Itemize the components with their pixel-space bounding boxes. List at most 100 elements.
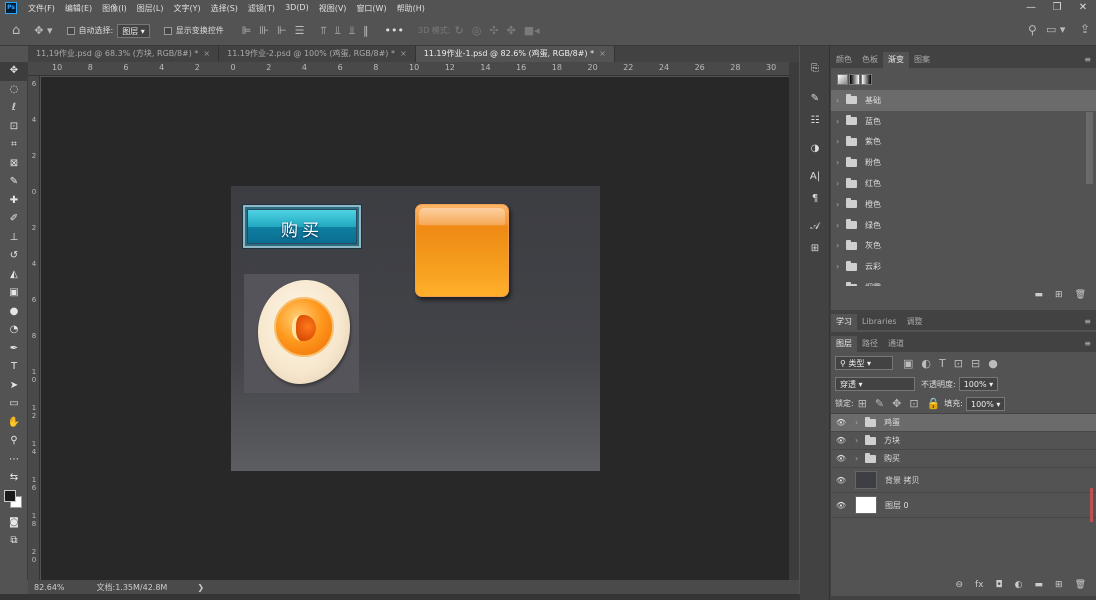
gradient-preset-folder[interactable]: › 基础 xyxy=(831,90,1096,111)
visibility-eye-icon[interactable]: 👁 xyxy=(831,454,851,463)
show-transform-checkbox[interactable] xyxy=(163,26,172,35)
tab-channels[interactable]: 通道 xyxy=(883,336,909,352)
history-brush-tool-icon[interactable]: ↺ xyxy=(0,247,28,266)
tab-libraries[interactable]: Libraries xyxy=(857,314,902,330)
more-options-icon[interactable]: ••• xyxy=(385,24,404,37)
paragraph-panel-icon[interactable]: ¶ xyxy=(800,188,830,210)
expand-caret-icon[interactable]: › xyxy=(836,158,844,167)
eraser-tool-icon[interactable]: ◭ xyxy=(0,266,28,285)
expand-caret-icon[interactable]: › xyxy=(836,283,844,286)
default-colors-icon[interactable]: ⇆ xyxy=(0,469,28,488)
tab-layers[interactable]: 图层 xyxy=(831,336,857,352)
slide-3d-icon[interactable]: ✤ xyxy=(507,24,516,37)
pen-tool-icon[interactable]: ✒ xyxy=(0,340,28,359)
opacity-input[interactable]: 100% ▾ xyxy=(958,377,999,391)
visibility-eye-icon[interactable]: 👁 xyxy=(831,501,851,510)
lock-position-icon[interactable]: ✥ xyxy=(892,397,901,410)
expand-caret-icon[interactable]: › xyxy=(836,221,844,230)
tab-patterns[interactable]: 图案 xyxy=(909,52,935,68)
color-swatches[interactable] xyxy=(0,488,27,514)
search-icon[interactable]: ⚲ xyxy=(1028,23,1037,37)
expand-caret-icon[interactable]: › xyxy=(836,137,844,146)
gradient-preset-folder[interactable]: › 绿色 xyxy=(831,215,1096,236)
zoom-level[interactable]: 82.64% xyxy=(34,583,65,592)
move-tool-icon[interactable]: ✥ xyxy=(0,62,28,81)
tab-adjustments[interactable]: 调整 xyxy=(902,314,928,330)
gradient-swatch[interactable] xyxy=(837,73,848,85)
quick-mask-icon[interactable]: ◙ xyxy=(0,514,28,533)
expand-caret-icon[interactable]: › xyxy=(855,454,863,463)
panel-menu-icon[interactable]: ≡ xyxy=(1084,339,1091,348)
expand-caret-icon[interactable]: › xyxy=(836,117,844,126)
path-select-tool-icon[interactable]: ➤ xyxy=(0,377,28,396)
tab-document-3[interactable]: 11.19作业-1.psd @ 82.6% (鸡蛋, RGB/8#) * × xyxy=(415,46,615,62)
add-mask-icon[interactable]: ◘ xyxy=(996,580,1003,590)
workspace-icon[interactable]: ▭ ▾ xyxy=(1046,23,1065,36)
gradient-preset-folder[interactable]: › 烟雾 xyxy=(831,277,1096,286)
crop-tool-icon[interactable]: ⌗ xyxy=(0,136,28,155)
home-icon[interactable]: ⌂ xyxy=(12,23,20,38)
expand-caret-icon[interactable]: › xyxy=(836,200,844,209)
visibility-eye-icon[interactable]: 👁 xyxy=(831,436,851,445)
roll-3d-icon[interactable]: ◎ xyxy=(472,24,482,37)
more-tools-icon[interactable]: ⋯ xyxy=(0,451,28,470)
expand-caret-icon[interactable]: › xyxy=(836,241,844,250)
screen-mode-icon[interactable]: ⧉ xyxy=(0,532,28,551)
delete-icon[interactable]: 🗑 xyxy=(1075,290,1086,300)
hand-tool-icon[interactable]: ✋ xyxy=(0,414,28,433)
tab-document-1[interactable]: 11,19作业.psd @ 68.3% (方块, RGB/8#) * × xyxy=(28,46,220,62)
lock-transparent-icon[interactable]: ⊞ xyxy=(858,397,867,410)
move-tool-icon[interactable]: ✥ ▾ xyxy=(34,24,52,37)
menu-item-9[interactable]: 窗口(W) xyxy=(351,3,391,14)
link-layers-icon[interactable]: ⊖ xyxy=(955,580,963,590)
menu-item-3[interactable]: 图层(L) xyxy=(132,3,169,14)
glyphs-panel-icon[interactable]: 𝒜 xyxy=(800,216,830,238)
align-middle-icon[interactable]: ⫫ xyxy=(335,24,341,38)
dodge-tool-icon[interactable]: ◔ xyxy=(0,321,28,340)
zoom-tool-icon[interactable]: ⚲ xyxy=(0,432,28,451)
menu-item-1[interactable]: 编辑(E) xyxy=(60,3,97,14)
gradient-swatch[interactable] xyxy=(861,73,872,85)
panel-menu-icon[interactable]: ≡ xyxy=(1084,317,1091,326)
filter-adjust-icon[interactable]: ◐ xyxy=(921,357,931,370)
menu-item-5[interactable]: 选择(S) xyxy=(206,3,243,14)
align-center-icon[interactable]: ⊪ xyxy=(259,24,269,37)
expand-caret-icon[interactable]: › xyxy=(836,96,844,105)
gradient-preset-folder[interactable]: › 粉色 xyxy=(831,152,1096,173)
tab-gradients[interactable]: 渐变 xyxy=(883,52,909,68)
layer-row[interactable]: 👁 › 购买 xyxy=(831,450,1096,468)
visibility-eye-icon[interactable]: 👁 xyxy=(831,418,851,427)
fill-input[interactable]: 100% ▾ xyxy=(965,396,1006,411)
adjust-icon[interactable]: ◑ xyxy=(800,138,830,160)
align-right-icon[interactable]: ⊩ xyxy=(277,24,287,37)
new-group-icon[interactable]: ▬ xyxy=(1035,290,1044,300)
lasso-tool-icon[interactable]: ℓ xyxy=(0,99,28,118)
gradient-preset-folder[interactable]: › 紫色 xyxy=(831,132,1096,153)
lock-all-icon[interactable]: 🔒 xyxy=(927,397,941,410)
tab-swatches[interactable]: 色板 xyxy=(857,52,883,68)
minimize-button[interactable]: — xyxy=(1018,0,1044,16)
adjustment-layer-icon[interactable]: ◐ xyxy=(1015,580,1023,590)
marquee-tool-icon[interactable]: ◌ xyxy=(0,81,28,100)
filter-smart-icon[interactable]: ⊟ xyxy=(971,357,980,370)
share-icon[interactable]: ⇪ xyxy=(1080,22,1090,36)
align-bottom-icon[interactable]: ⫫ xyxy=(349,24,355,38)
new-layer-icon[interactable]: ⊞ xyxy=(1055,580,1063,590)
tab-learn[interactable]: 学习 xyxy=(831,314,857,330)
gradient-preset-folder[interactable]: › 灰色 xyxy=(831,236,1096,257)
lock-artboard-icon[interactable]: ⊡ xyxy=(909,397,918,410)
gradient-preset-folder[interactable]: › 橙色 xyxy=(831,194,1096,215)
canvas-area[interactable]: 购买 xyxy=(41,77,789,580)
canvas-scrollbar[interactable] xyxy=(789,62,799,580)
restore-button[interactable]: ❐ xyxy=(1044,0,1070,16)
close-window-button[interactable]: ✕ xyxy=(1070,0,1096,16)
filter-pixel-icon[interactable]: ▣ xyxy=(903,357,913,370)
distribute-icon[interactable]: ☰ xyxy=(295,24,305,37)
blend-mode-dropdown[interactable]: 穿透 ▾ xyxy=(835,377,915,391)
character-panel-icon[interactable]: A| xyxy=(800,166,830,188)
lock-pixels-icon[interactable]: ✎ xyxy=(875,397,884,410)
gradient-tool-icon[interactable]: ▣ xyxy=(0,284,28,303)
frame-tool-icon[interactable]: ⊠ xyxy=(0,155,28,174)
quick-select-tool-icon[interactable]: ⊡ xyxy=(0,118,28,137)
filter-toggle-icon[interactable]: ● xyxy=(988,357,998,370)
